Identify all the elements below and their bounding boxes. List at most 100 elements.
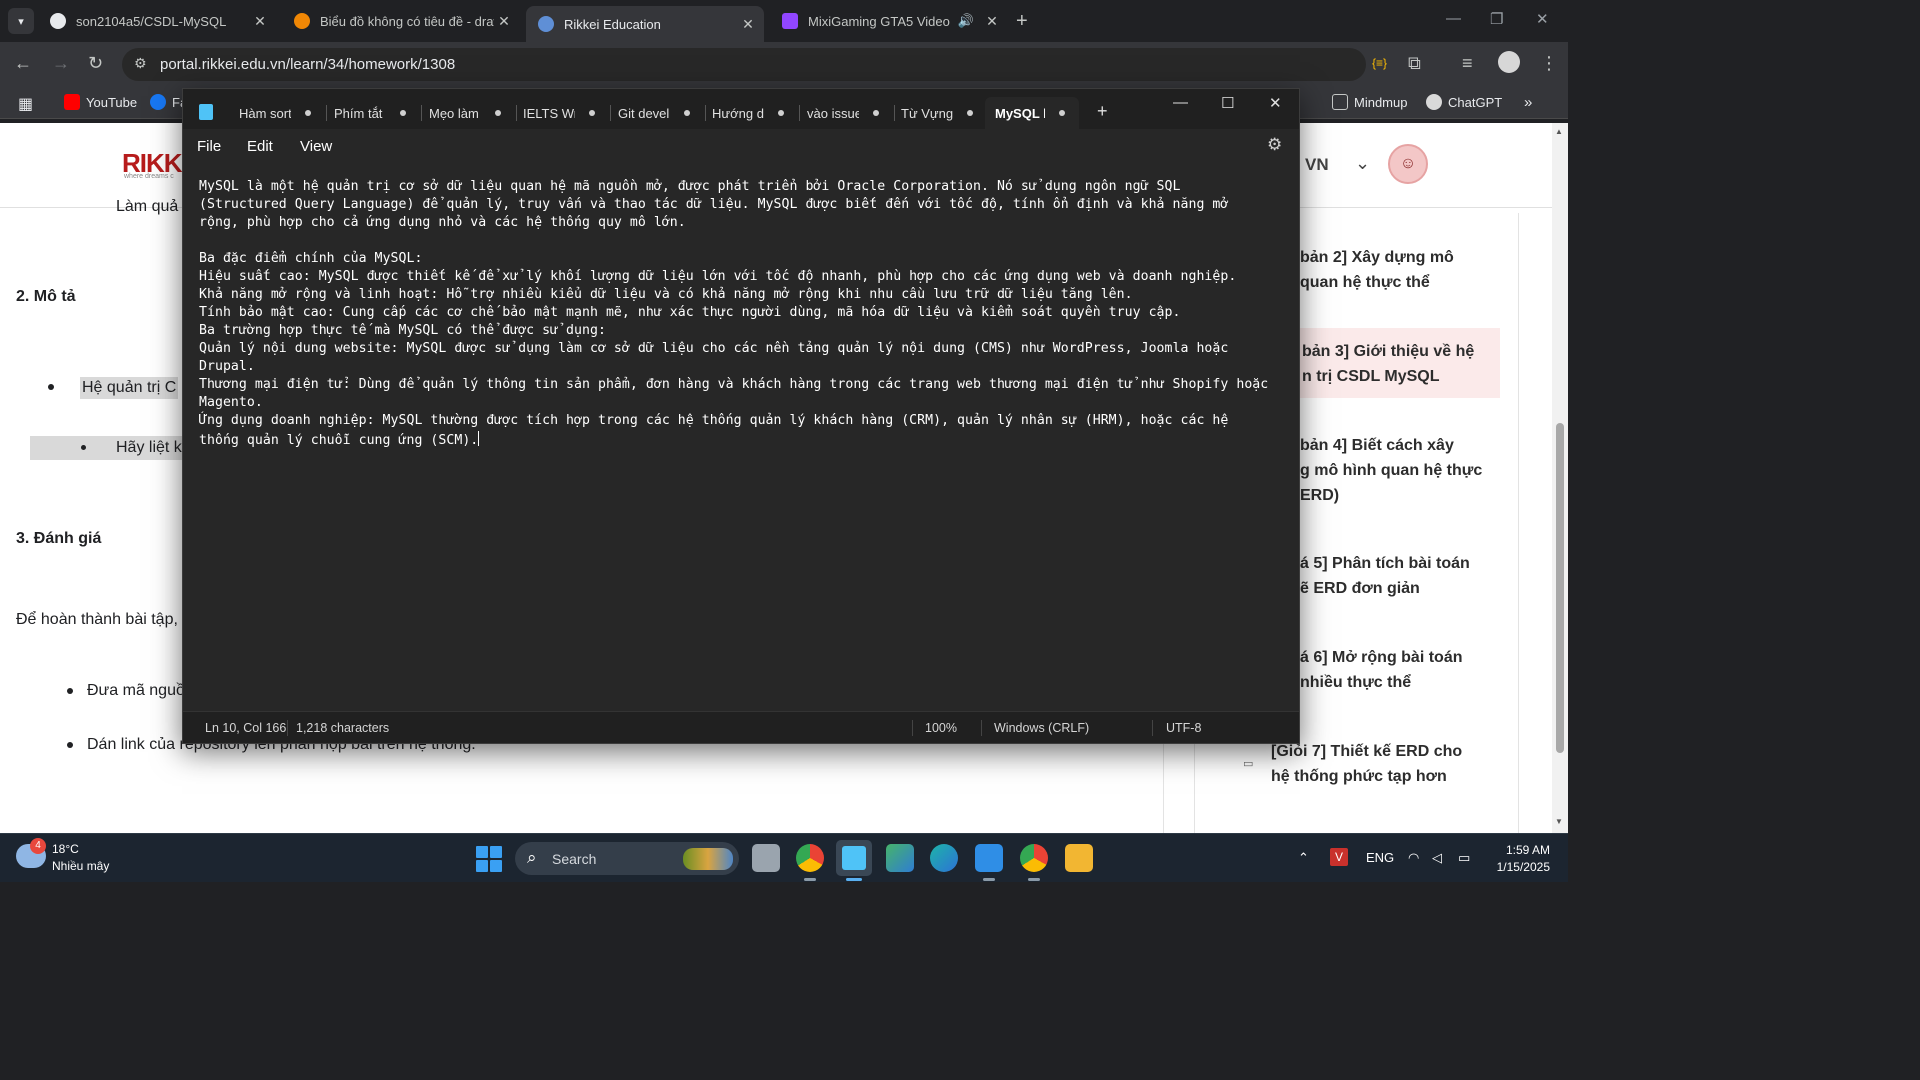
unsaved-dot-icon	[684, 110, 690, 116]
text-line: Thương mại điện tử: Dùng để quản lý thôn…	[199, 377, 1269, 392]
github-icon	[50, 13, 66, 29]
lesson-item-6[interactable]: á 6] Mở rộng bài toán nhiều thực thể	[1300, 645, 1463, 695]
cursor-position: Ln 10, Col 166	[205, 721, 287, 735]
notepad-tab-active[interactable]: MySQL l	[985, 97, 1079, 129]
zoom-level[interactable]: 100%	[925, 721, 957, 735]
profile-avatar-icon[interactable]	[1498, 51, 1520, 73]
youtube-icon	[64, 94, 80, 110]
close-window-icon[interactable]: ✕	[1536, 10, 1549, 28]
bookmark-chatgpt[interactable]: ChatGPT	[1426, 94, 1502, 110]
bullet-dot	[48, 384, 54, 390]
language-selector[interactable]: VN	[1305, 155, 1329, 175]
bookmark-mindmup[interactable]: Mindmup	[1332, 94, 1407, 110]
new-tab-icon[interactable]: +	[1016, 10, 1028, 33]
chrome-profile-icon[interactable]	[796, 844, 824, 872]
text-line: Ứng dụng doanh nghiệp: MySQL thường được…	[199, 413, 1229, 428]
lesson-item-5[interactable]: á 5] Phân tích bài toán ẽ ERD đơn giản	[1300, 551, 1470, 601]
input-language[interactable]: ENG	[1366, 850, 1394, 865]
scroll-up-icon[interactable]: ▲	[1555, 127, 1563, 136]
menu-view[interactable]: View	[300, 138, 332, 155]
notepad-new-tab-icon[interactable]: +	[1097, 101, 1108, 122]
encoding[interactable]: UTF-8	[1166, 721, 1201, 735]
close-tab-icon[interactable]: ✕	[494, 13, 514, 30]
menu-file[interactable]: File	[197, 138, 221, 155]
site-info-icon[interactable]: ⚙	[134, 55, 147, 72]
char-count: 1,218 characters	[296, 721, 390, 735]
notepad-tab[interactable]: Hàm sort	[229, 97, 327, 129]
extension-json-icon[interactable]: {≡}	[1372, 56, 1387, 70]
notepad-tab[interactable]: Phím tắt	[324, 97, 422, 129]
notepad-tab[interactable]: Mẹo làm	[419, 97, 517, 129]
unsaved-dot-icon	[778, 110, 784, 116]
notepad-tab[interactable]: Từ Vựng	[891, 97, 989, 129]
restore-icon[interactable]: ❐	[1490, 10, 1503, 28]
more-bookmarks-icon[interactable]: »	[1524, 94, 1532, 111]
apps-grid-icon[interactable]: ▦	[18, 94, 33, 114]
media-control-icon[interactable]: ≡	[1462, 53, 1473, 74]
close-tab-icon[interactable]: ✕	[250, 13, 270, 30]
notepad-tab[interactable]: Hướng d	[702, 97, 800, 129]
url-text[interactable]: portal.rikkei.edu.vn/learn/34/homework/1…	[160, 56, 455, 73]
chrome-icon[interactable]	[1020, 844, 1048, 872]
volume-icon[interactable]: ◁	[1432, 850, 1442, 866]
tab-title: Biểu đồ không có tiêu đề - draw	[320, 13, 494, 29]
chevron-down-icon[interactable]: ⌄	[1355, 153, 1370, 174]
notepad-tab[interactable]: IELTS Wri	[513, 97, 611, 129]
bookmark-youtube[interactable]: YouTube	[64, 94, 137, 110]
tab-search-dropdown-icon[interactable]: ▾	[8, 8, 34, 34]
system-clock[interactable]: 1:59 AM 1/15/2025	[1488, 842, 1550, 876]
scroll-down-icon[interactable]: ▼	[1555, 817, 1563, 826]
user-avatar[interactable]: ☺	[1388, 144, 1428, 184]
browser-tab-github[interactable]: son2104a5/CSDL-MySQL ✕	[38, 6, 276, 36]
lesson-item-2[interactable]: bản 2] Xây dựng mô quan hệ thực thể	[1300, 245, 1454, 295]
clock-time: 1:59 AM	[1505, 843, 1550, 857]
section-heading-describe: 2. Mô tả	[16, 288, 76, 305]
wifi-icon[interactable]: ◠	[1408, 850, 1419, 866]
address-bar[interactable]: ⚙ portal.rikkei.edu.vn/learn/34/homework…	[122, 48, 1366, 81]
minimize-icon[interactable]: —	[1446, 10, 1461, 27]
tray-app-icon[interactable]: V	[1330, 848, 1348, 866]
lesson-item-3-active[interactable]: bản 3] Giới thiệu về hệ n trị CSDL MySQL	[1294, 328, 1500, 398]
back-icon[interactable]: ←	[14, 53, 32, 74]
file-explorer-icon[interactable]	[1065, 844, 1093, 872]
close-tab-icon[interactable]: ✕	[738, 16, 758, 33]
speaker-icon[interactable]: 🔊	[958, 13, 974, 29]
browser-tab-twitch[interactable]: MixiGaming GTA5 Video Ph 🔊 ✕	[770, 6, 1008, 36]
settings-gear-icon[interactable]: ⚙	[1267, 135, 1282, 155]
browser-tab-rikkei[interactable]: Rikkei Education ✕	[526, 6, 764, 42]
extensions-puzzle-icon[interactable]: ⧉	[1408, 53, 1421, 74]
taskbar-search[interactable]: ⌕ Search	[515, 842, 739, 875]
reload-icon[interactable]: ↻	[88, 53, 103, 74]
browser-tab-drawio[interactable]: Biểu đồ không có tiêu đề - draw ✕	[282, 6, 520, 36]
tray-overflow-icon[interactable]: ⌃	[1298, 850, 1309, 866]
menu-edit[interactable]: Edit	[247, 138, 273, 155]
vscode-icon[interactable]	[975, 844, 1003, 872]
lesson-item-7[interactable]: [Giỏi 7] Thiết kế ERD cho hệ thống phức …	[1271, 739, 1462, 789]
text-line: Ba đặc điểm chính của MySQL:	[199, 251, 423, 266]
unsaved-dot-icon	[400, 110, 406, 116]
lesson-chat-icon: ▭	[1243, 758, 1254, 770]
task-view-icon[interactable]	[752, 844, 780, 872]
notepad-text-area[interactable]: MySQL là một hệ quản trị cơ sở dữ liệu q…	[183, 165, 1299, 711]
notepad-close-icon[interactable]: ✕	[1269, 94, 1282, 112]
scroll-thumb[interactable]	[1556, 423, 1564, 753]
chrome-menu-icon[interactable]: ⋮	[1540, 53, 1558, 74]
line-ending[interactable]: Windows (CRLF)	[994, 721, 1089, 735]
tab-title: son2104a5/CSDL-MySQL	[76, 13, 227, 29]
forward-icon[interactable]: →	[52, 53, 70, 74]
close-tab-icon[interactable]: ✕	[982, 13, 1002, 30]
lesson-item-4[interactable]: bản 4] Biết cách xây g mô hình quan hệ t…	[1300, 433, 1482, 508]
notepad-minimize-icon[interactable]: —	[1173, 94, 1188, 111]
logo-tagline: where dreams c	[124, 173, 174, 180]
battery-icon[interactable]: ▭	[1458, 850, 1470, 866]
page-scrollbar[interactable]: ▲ ▼	[1552, 123, 1568, 833]
edge-icon[interactable]	[930, 844, 958, 872]
bullet-dot	[67, 688, 73, 694]
store-apps-icon[interactable]	[886, 844, 914, 872]
text-line: Quản lý nội dung website: MySQL được sử …	[199, 341, 1229, 356]
notepad-tab[interactable]: vào issue	[797, 97, 895, 129]
notepad-tab[interactable]: Git devel	[608, 97, 706, 129]
notepad-maximize-icon[interactable]: ☐	[1221, 94, 1234, 112]
section-heading-eval: 3. Đánh giá	[16, 530, 102, 547]
windows-start-icon[interactable]	[476, 846, 502, 872]
